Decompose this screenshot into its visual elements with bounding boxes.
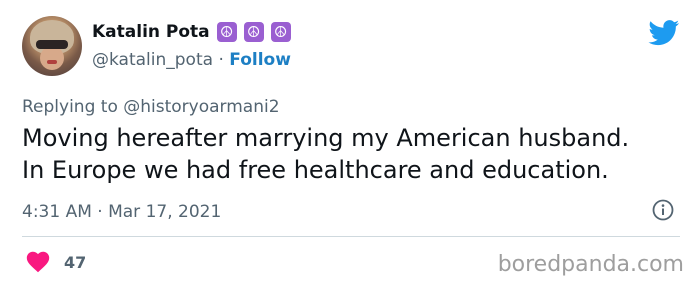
author-handle-row: @katalin_pota · Follow	[92, 50, 291, 70]
tweet-text: Moving hereafter marrying my American hu…	[22, 122, 682, 186]
avatar-lips	[47, 60, 57, 64]
peace-icon: ☮	[216, 22, 237, 42]
twitter-bird-icon[interactable]	[648, 20, 680, 46]
tweet-text-line: Moving hereafter marrying my American hu…	[22, 124, 630, 152]
watermark: boredpanda.com	[497, 252, 684, 277]
like-count: 47	[64, 252, 87, 272]
author-handle[interactable]: @katalin_pota	[92, 50, 213, 70]
tweet-timestamp[interactable]: 4:31 AM · Mar 17, 2021	[22, 202, 221, 222]
handle-separator: ·	[218, 50, 224, 70]
info-icon[interactable]	[652, 199, 674, 221]
replying-to-prefix: Replying to	[22, 97, 118, 117]
peace-icon: ☮	[243, 22, 264, 42]
avatar-face	[40, 46, 64, 70]
tweet-text-line: In Europe we had free healthcare and edu…	[22, 156, 609, 184]
reply-mention-link[interactable]: @historyoarmani2	[123, 97, 279, 117]
replying-to: Replying to @historyoarmani2	[22, 97, 280, 117]
divider	[22, 236, 680, 237]
avatar-glasses	[36, 40, 68, 49]
author-display-name[interactable]: Katalin Pota	[92, 22, 210, 42]
follow-button[interactable]: Follow	[229, 50, 291, 70]
peace-icon: ☮	[270, 22, 291, 42]
tweet-card: Katalin Pota ☮ ☮ ☮ @katalin_pota · Follo…	[0, 0, 700, 288]
like-row: 47	[26, 251, 86, 273]
heart-icon[interactable]	[26, 251, 50, 273]
author-name-row: Katalin Pota ☮ ☮ ☮	[92, 22, 291, 42]
avatar[interactable]	[22, 16, 82, 76]
